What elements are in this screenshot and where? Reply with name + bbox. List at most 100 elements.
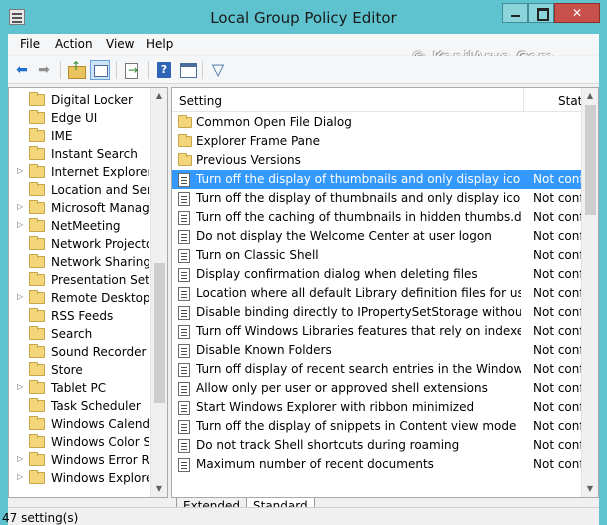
tree-item[interactable]: Windows Calendar xyxy=(9,415,149,433)
menu-view[interactable]: View xyxy=(106,37,134,51)
list-scrollbar[interactable]: ▲ ▼ xyxy=(581,88,598,497)
close-button[interactable]: ✕ xyxy=(554,3,600,23)
scroll-down-icon[interactable]: ▼ xyxy=(151,481,167,497)
up-one-level-icon[interactable] xyxy=(66,56,86,80)
setting-state: Not confi xyxy=(533,210,582,224)
tree-item[interactable]: Search xyxy=(9,325,149,343)
tree-item[interactable]: Store xyxy=(9,361,149,379)
help-icon[interactable] xyxy=(154,60,174,80)
tree-item[interactable]: Network Sharing xyxy=(9,253,149,271)
back-arrow-icon[interactable]: ⬅ xyxy=(12,60,32,80)
maximize-button[interactable] xyxy=(528,3,554,23)
show-hide-tree-icon[interactable] xyxy=(90,60,110,80)
list-scroll-thumb[interactable] xyxy=(585,105,596,215)
folder-icon xyxy=(29,110,45,124)
policy-row[interactable]: Location where all default Library defin… xyxy=(172,284,582,303)
policy-setting-icon xyxy=(178,401,190,415)
minimize-button[interactable] xyxy=(502,3,528,23)
list-folder-row[interactable]: Explorer Frame Pane xyxy=(172,132,582,151)
folder-icon xyxy=(178,134,192,147)
tree-item[interactable]: ▷ Remote Desktop S xyxy=(9,289,149,307)
policy-row[interactable]: Maximum number of recent documents Not co… xyxy=(172,455,582,474)
tree-item[interactable]: Network Projector xyxy=(9,235,149,253)
menu-help[interactable]: Help xyxy=(146,37,173,51)
policy-row[interactable]: Do not display the Welcome Center at use… xyxy=(172,227,582,246)
setting-state: Not confi xyxy=(533,305,582,319)
export-list-icon[interactable] xyxy=(122,60,142,80)
tree-item[interactable]: Sound Recorder xyxy=(9,343,149,361)
list-folder-row[interactable]: Common Open File Dialog xyxy=(172,113,582,132)
policy-row[interactable]: Do not track Shell shortcuts during roam… xyxy=(172,436,582,455)
tree-item[interactable]: ▷ Internet Explorer xyxy=(9,163,149,181)
expand-arrow-icon[interactable]: ▷ xyxy=(17,454,23,463)
tree-item[interactable]: Instant Search xyxy=(9,145,149,163)
tree-item[interactable]: Windows Color Sy xyxy=(9,433,149,451)
policy-row[interactable]: Turn on Classic Shell Not confi xyxy=(172,246,582,265)
settings-list-pane[interactable]: Setting Stat Common Open File Dialog Expl… xyxy=(171,87,599,498)
tree-item[interactable]: RSS Feeds xyxy=(9,307,149,325)
folder-icon xyxy=(29,398,45,412)
setting-name: Location where all default Library defin… xyxy=(196,286,521,300)
tree-pane[interactable]: ▷ Windows Explorer ▷ Windows Error Rep Windo… xyxy=(8,87,168,498)
policy-row[interactable]: Allow only per user or approved shell ex… xyxy=(172,379,582,398)
column-header-state[interactable]: Stat xyxy=(558,94,582,108)
app-window: Local Group Policy Editor ✕ File Action … xyxy=(0,0,607,525)
expand-arrow-icon[interactable]: ▷ xyxy=(17,166,23,175)
policy-row[interactable]: Turn off the display of thumbnails and o… xyxy=(172,189,582,208)
tree-item[interactable]: Location and Sens xyxy=(9,181,149,199)
scroll-up-icon[interactable]: ▲ xyxy=(582,88,598,104)
policy-row[interactable]: Display confirmation dialog when deletin… xyxy=(172,265,582,284)
expand-arrow-icon[interactable]: ▷ xyxy=(17,292,23,301)
tree-item-label: Internet Explorer xyxy=(51,165,149,179)
tree-scroll-thumb[interactable] xyxy=(154,263,165,403)
policy-setting-icon xyxy=(178,439,190,453)
column-header-setting[interactable]: Setting xyxy=(179,94,222,108)
folder-icon xyxy=(29,416,45,430)
tree-item[interactable]: Digital Locker xyxy=(9,91,149,109)
policy-row[interactable]: Turn off display of recent search entrie… xyxy=(172,360,582,379)
menu-action[interactable]: Action xyxy=(55,37,93,51)
tree-item[interactable]: Presentation Settir xyxy=(9,271,149,289)
column-divider[interactable] xyxy=(523,88,524,112)
forward-arrow-icon[interactable]: ➡ xyxy=(34,60,54,80)
tree-item[interactable]: ▷ NetMeeting xyxy=(9,217,149,235)
folder-icon xyxy=(29,128,45,142)
policy-row[interactable]: Turn off the display of snippets in Cont… xyxy=(172,417,582,436)
tree-item[interactable]: IME xyxy=(9,127,149,145)
title-bar[interactable]: Local Group Policy Editor ✕ xyxy=(0,0,607,34)
policy-row[interactable]: Disable binding directly to IPropertySet… xyxy=(172,303,582,322)
tree-item[interactable]: Edge UI xyxy=(9,109,149,127)
menu-file[interactable]: File xyxy=(20,37,40,51)
setting-state: Not confi xyxy=(533,324,582,338)
list-folder-row[interactable]: Previous Versions xyxy=(172,151,582,170)
setting-name: Turn off the display of thumbnails and o… xyxy=(196,172,521,186)
tree-item[interactable]: ▷ Tablet PC xyxy=(9,379,149,397)
folder-icon xyxy=(29,254,45,268)
expand-arrow-icon[interactable]: ▷ xyxy=(17,472,23,481)
policy-setting-icon xyxy=(178,306,190,320)
policy-row[interactable]: Start Windows Explorer with ribbon minim… xyxy=(172,398,582,417)
folder-icon xyxy=(29,200,45,214)
setting-state: Not confi xyxy=(533,419,582,433)
tree-item[interactable]: ▷ Microsoft Manage xyxy=(9,199,149,217)
tree-item[interactable]: Task Scheduler xyxy=(9,397,149,415)
scroll-down-icon[interactable]: ▼ xyxy=(582,481,598,497)
expand-arrow-icon[interactable]: ▷ xyxy=(17,220,23,229)
policy-row[interactable]: Turn off the caching of thumbnails in hi… xyxy=(172,208,582,227)
expand-arrow-icon[interactable]: ▷ xyxy=(17,382,23,391)
folder-icon xyxy=(29,290,45,304)
folder-icon xyxy=(29,92,45,106)
tree-item[interactable]: ▷ Windows Error Rep xyxy=(9,451,149,469)
filter-icon[interactable]: ▽ xyxy=(208,60,228,80)
policy-row[interactable]: Turn off the display of thumbnails and o… xyxy=(172,170,582,189)
tree-scrollbar[interactable]: ▲ ▼ xyxy=(150,88,167,497)
tree-item[interactable]: ▷ Windows Explorer xyxy=(9,469,149,487)
expand-arrow-icon[interactable]: ▷ xyxy=(17,202,23,211)
folder-icon xyxy=(178,115,192,128)
policy-row[interactable]: Disable Known Folders Not confi xyxy=(172,341,582,360)
policy-setting-icon xyxy=(178,420,190,434)
tree-item-label: Instant Search xyxy=(51,147,138,161)
policy-row[interactable]: Turn off Windows Libraries features that… xyxy=(172,322,582,341)
properties-icon[interactable] xyxy=(178,60,198,80)
scroll-up-icon[interactable]: ▲ xyxy=(151,88,167,104)
